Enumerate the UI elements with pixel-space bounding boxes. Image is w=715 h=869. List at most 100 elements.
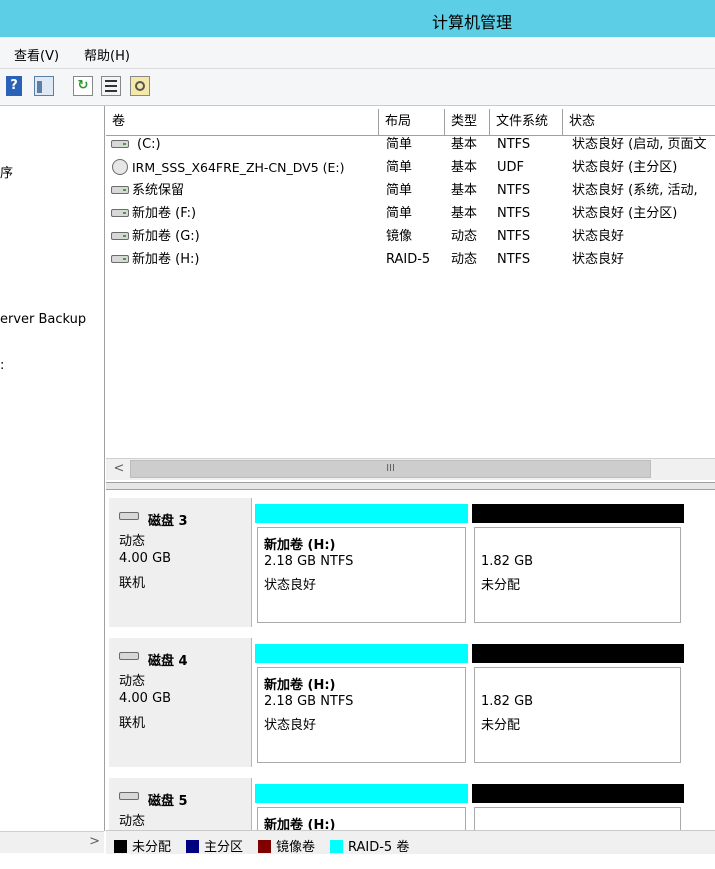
volume-type: 动态 (451, 252, 478, 267)
partition-box (474, 807, 681, 830)
menu-view[interactable]: 查看(V) (14, 45, 59, 64)
volume-name: (C:) (137, 137, 161, 152)
legend-item: 镜像卷 (258, 836, 315, 855)
disk-graphical-view: 磁盘 3 动态 4.00 GB 联机 新加卷 (H:) 2.18 GB NTFS… (106, 490, 715, 830)
partition-status: 未分配 (481, 578, 521, 593)
partition[interactable]: 新加卷 (H:) (253, 778, 470, 830)
volume-name: 新加卷 (G:) (132, 229, 200, 244)
disk-row: 磁盘 3 动态 4.00 GB 联机 新加卷 (H:) 2.18 GB NTFS… (106, 490, 715, 627)
table-row[interactable]: 新加卷 (G:) 镜像 动态 NTFS 状态良好 (106, 225, 715, 248)
volume-status: 状态良好 (主分区) (572, 160, 678, 175)
disk-name: 磁盘 5 (148, 794, 188, 809)
drive-icon (111, 232, 129, 240)
volume-type: 基本 (451, 183, 478, 198)
volume-type: 基本 (451, 160, 478, 175)
partition-status: 状态良好 (264, 578, 317, 593)
volume-name: 新加卷 (F:) (132, 206, 197, 221)
disk-name: 磁盘 3 (148, 514, 188, 529)
volume-list-horizontal-scrollbar[interactable]: < III (106, 458, 715, 480)
table-row[interactable]: IRM_SSS_X64FRE_ZH-CN_DV5 (E:) 简单 基本 UDF … (106, 156, 715, 179)
show-hide-pane-icon[interactable] (34, 76, 54, 96)
volume-layout: 简单 (386, 183, 413, 198)
title-bar: 计算机管理 (0, 0, 715, 37)
legend-swatch (114, 840, 127, 853)
disk-state: 联机 (119, 716, 146, 731)
legend-swatch (330, 840, 343, 853)
refresh-icon[interactable]: ↻ (73, 76, 93, 96)
partition-color-bar (255, 504, 468, 523)
volume-list-header: 卷 布局 类型 文件系统 状态 (106, 109, 715, 136)
pane-splitter[interactable] (106, 482, 715, 490)
column-header-filesystem[interactable]: 文件系统 (490, 109, 563, 135)
volume-type: 动态 (451, 229, 478, 244)
menu-bar: 查看(V) 帮助(H) (0, 37, 715, 69)
partition-detail: 1.82 GB (481, 554, 534, 569)
drive-icon (111, 209, 129, 217)
disk-icon (119, 792, 139, 800)
volume-layout: 简单 (386, 137, 413, 152)
partition-box: 1.82 GB 未分配 (474, 667, 681, 763)
window-title: 计算机管理 (432, 13, 513, 32)
partition-unallocated[interactable]: 1.82 GB 未分配 (470, 498, 686, 627)
volume-filesystem: UDF (497, 160, 525, 175)
table-row[interactable]: 新加卷 (F:) 简单 基本 NTFS 状态良好 (主分区) (106, 202, 715, 225)
volume-filesystem: NTFS (497, 229, 531, 244)
bottom-edge (0, 854, 715, 869)
tree-item[interactable]: : (0, 358, 4, 373)
volume-layout: 镜像 (386, 229, 413, 244)
disk-label[interactable]: 磁盘 4 动态 4.00 GB 联机 (109, 638, 252, 767)
partition-box: 1.82 GB 未分配 (474, 527, 681, 623)
legend-swatch (186, 840, 199, 853)
tree-item[interactable]: 序 (0, 162, 13, 181)
partition-title: 新加卷 (H:) (264, 818, 336, 830)
disk-name: 磁盘 4 (148, 654, 188, 669)
volume-name: 系统保留 (132, 183, 185, 198)
cd-drive-icon (112, 159, 128, 175)
left-horizontal-scrollbar[interactable]: > (0, 831, 104, 853)
partition-unallocated[interactable] (470, 778, 686, 830)
drive-icon (111, 140, 129, 148)
drive-icon (111, 186, 129, 194)
scroll-left-arrow-icon[interactable]: < (109, 459, 129, 479)
volume-layout: 简单 (386, 160, 413, 175)
settings-icon[interactable] (130, 76, 150, 96)
column-header-layout[interactable]: 布局 (379, 109, 445, 135)
column-header-status[interactable]: 状态 (563, 109, 715, 135)
scroll-thumb[interactable]: III (130, 460, 651, 478)
partition-detail: 1.82 GB (481, 694, 534, 709)
legend-bar: 未分配 主分区 镜像卷 RAID-5 卷 (106, 830, 715, 855)
help-icon[interactable]: ? (6, 76, 22, 96)
volume-type: 基本 (451, 206, 478, 221)
tree-item-backup[interactable]: erver Backup (0, 312, 86, 327)
partition-color-bar (255, 784, 468, 803)
column-header-volume[interactable]: 卷 (106, 109, 379, 135)
partition-box: 新加卷 (H:) 2.18 GB NTFS 状态良好 (257, 527, 466, 623)
table-row[interactable]: 新加卷 (H:) RAID-5 动态 NTFS 状态良好 (106, 248, 715, 271)
partition-title: 新加卷 (H:) (264, 538, 336, 553)
properties-icon[interactable] (101, 76, 121, 96)
disk-state: 联机 (119, 576, 146, 591)
partition-title: 新加卷 (H:) (264, 678, 336, 693)
disk-label[interactable]: 磁盘 5 动态 (109, 778, 252, 830)
column-header-type[interactable]: 类型 (445, 109, 490, 135)
scroll-right-arrow-icon[interactable]: > (89, 834, 100, 849)
volume-filesystem: NTFS (497, 206, 531, 221)
table-row[interactable]: 系统保留 简单 基本 NTFS 状态良好 (系统, 活动, (106, 179, 715, 202)
menu-help[interactable]: 帮助(H) (84, 45, 130, 64)
partition-status: 状态良好 (264, 718, 317, 733)
disk-size: 4.00 GB (119, 551, 172, 566)
table-row[interactable]: (C:) 简单 基本 NTFS 状态良好 (启动, 页面文 (106, 133, 715, 156)
navigation-tree: 序 erver Backup : (0, 106, 105, 831)
partition-color-bar (472, 644, 684, 663)
partition[interactable]: 新加卷 (H:) 2.18 GB NTFS 状态良好 (253, 498, 470, 627)
legend-swatch (258, 840, 271, 853)
disk-label[interactable]: 磁盘 3 动态 4.00 GB 联机 (109, 498, 252, 627)
partition[interactable]: 新加卷 (H:) 2.18 GB NTFS 状态良好 (253, 638, 470, 767)
volume-list: 卷 布局 类型 文件系统 状态 (C:) 简单 基本 NTFS 状态良好 (启动… (106, 106, 715, 482)
disk-icon (119, 652, 139, 660)
drive-icon (111, 255, 129, 263)
partition-unallocated[interactable]: 1.82 GB 未分配 (470, 638, 686, 767)
disk-kind: 动态 (119, 534, 146, 549)
volume-name: 新加卷 (H:) (132, 252, 200, 267)
volume-filesystem: NTFS (497, 252, 531, 267)
